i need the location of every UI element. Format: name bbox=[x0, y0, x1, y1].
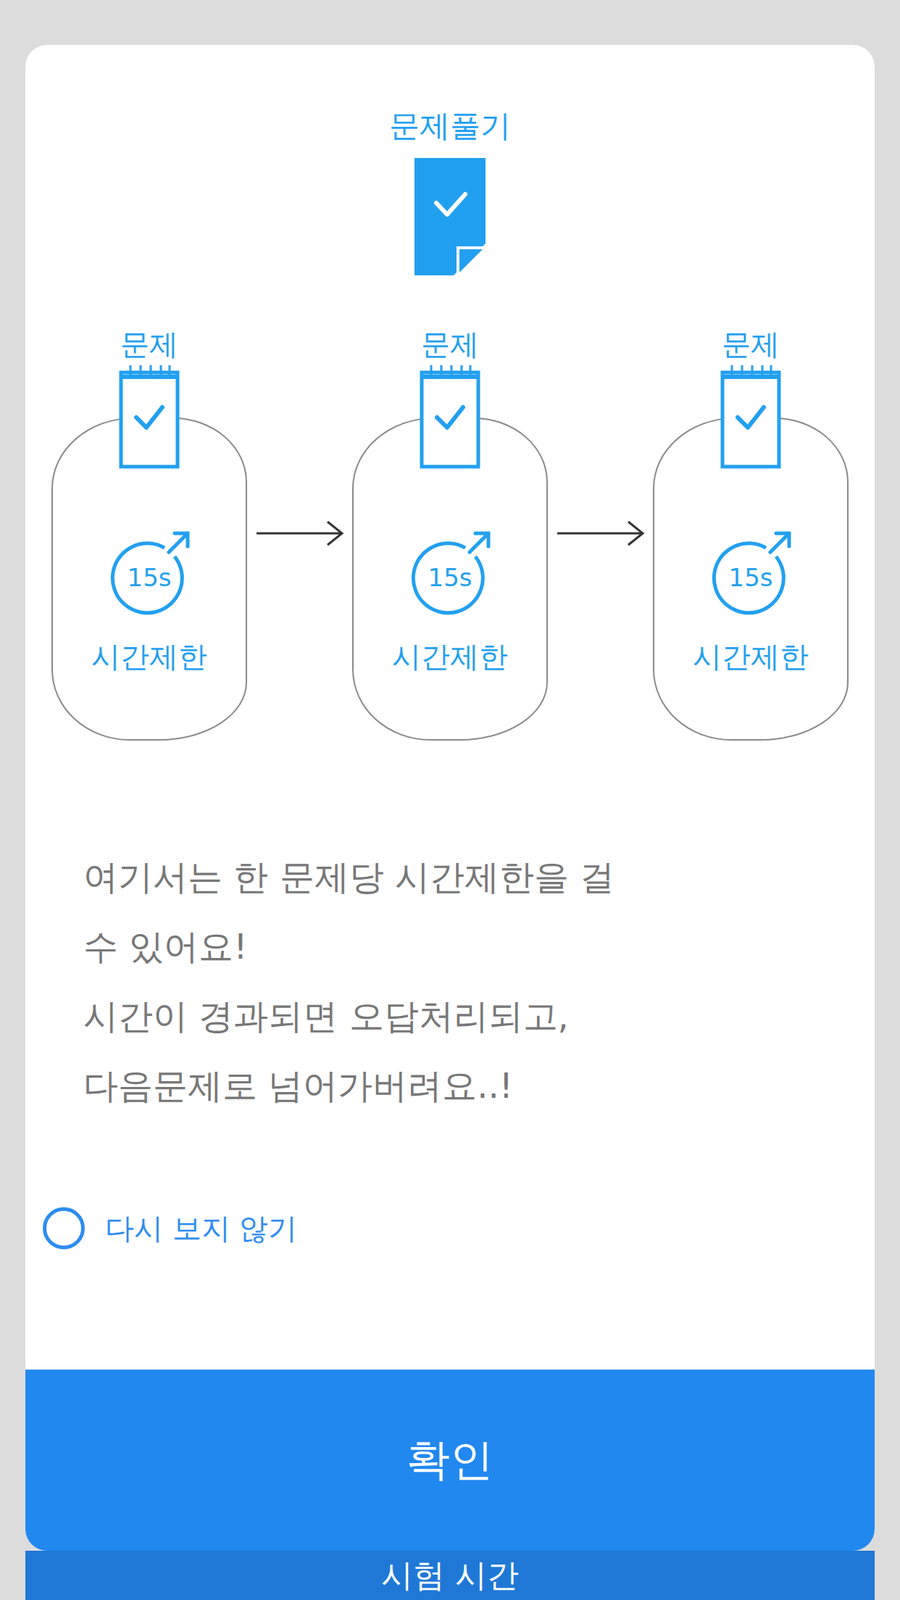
notepad-check-icon bbox=[118, 362, 180, 470]
timer: 15s bbox=[402, 527, 498, 622]
notepad-check-icon bbox=[419, 362, 481, 470]
checkbox-circle-icon[interactable] bbox=[42, 1207, 85, 1250]
step-caption: 시간제한 bbox=[692, 637, 809, 676]
document-check-icon bbox=[414, 157, 486, 276]
step-caption: 시간제한 bbox=[392, 637, 508, 676]
timer-value: 15s bbox=[127, 563, 172, 593]
intro-dialog: 문제풀기문제 15s 시간제한 문제 15s 시간제한 문제 15s 시간제한여기서는 한 문제… bbox=[25, 44, 875, 1551]
timer-value: 15s bbox=[728, 563, 774, 593]
timer-value: 15s bbox=[428, 563, 473, 593]
message: 여기서는 한 문제당 시간제한을 걸수 있어요!시간이 경과되면 오답처리되고,… bbox=[25, 842, 875, 1121]
dont-show-again[interactable]: 다시 보지 않기 bbox=[25, 1207, 875, 1250]
exam-time-button[interactable]: 시험 시간 bbox=[25, 1550, 875, 1600]
step: 문제 15s 시간제한 bbox=[352, 326, 548, 741]
step-label: 문제 bbox=[421, 326, 479, 363]
arrow-right-icon bbox=[255, 518, 345, 548]
step-caption: 시간제한 bbox=[91, 637, 208, 676]
arrow-right-icon bbox=[555, 518, 646, 548]
confirm-button[interactable]: 확인 bbox=[25, 1369, 875, 1551]
message-line: 수 있어요! bbox=[83, 911, 832, 982]
diagram: 문제풀기문제 15s 시간제한 문제 15s 시간제한 문제 15s 시간제한 bbox=[25, 105, 875, 741]
timer: 15s bbox=[102, 527, 197, 622]
message-line: 다음문제로 넘어가버려요..! bbox=[83, 1050, 832, 1121]
diagram-title: 문제풀기 bbox=[389, 105, 511, 147]
steps-row: 문제 15s 시간제한 문제 15s 시간제한 문제 15s 시간제한 bbox=[25, 326, 875, 741]
step-label: 문제 bbox=[721, 326, 780, 363]
step: 문제 15s 시간제한 bbox=[51, 326, 248, 741]
message-line: 여기서는 한 문제당 시간제한을 걸 bbox=[83, 842, 832, 912]
step: 문제 15s 시간제한 bbox=[652, 326, 849, 741]
message-line: 시간이 경과되면 오답처리되고, bbox=[83, 981, 832, 1051]
dont-show-again-label[interactable]: 다시 보지 않기 bbox=[105, 1208, 298, 1249]
notepad-check-icon bbox=[720, 362, 782, 470]
step-label: 문제 bbox=[120, 326, 179, 363]
page: 문제풀기문제 15s 시간제한 문제 15s 시간제한 문제 15s 시간제한여기서는 한 문제… bbox=[0, 0, 900, 1600]
timer: 15s bbox=[703, 527, 798, 622]
exam-time-label: 시험 시간 bbox=[381, 1555, 519, 1596]
